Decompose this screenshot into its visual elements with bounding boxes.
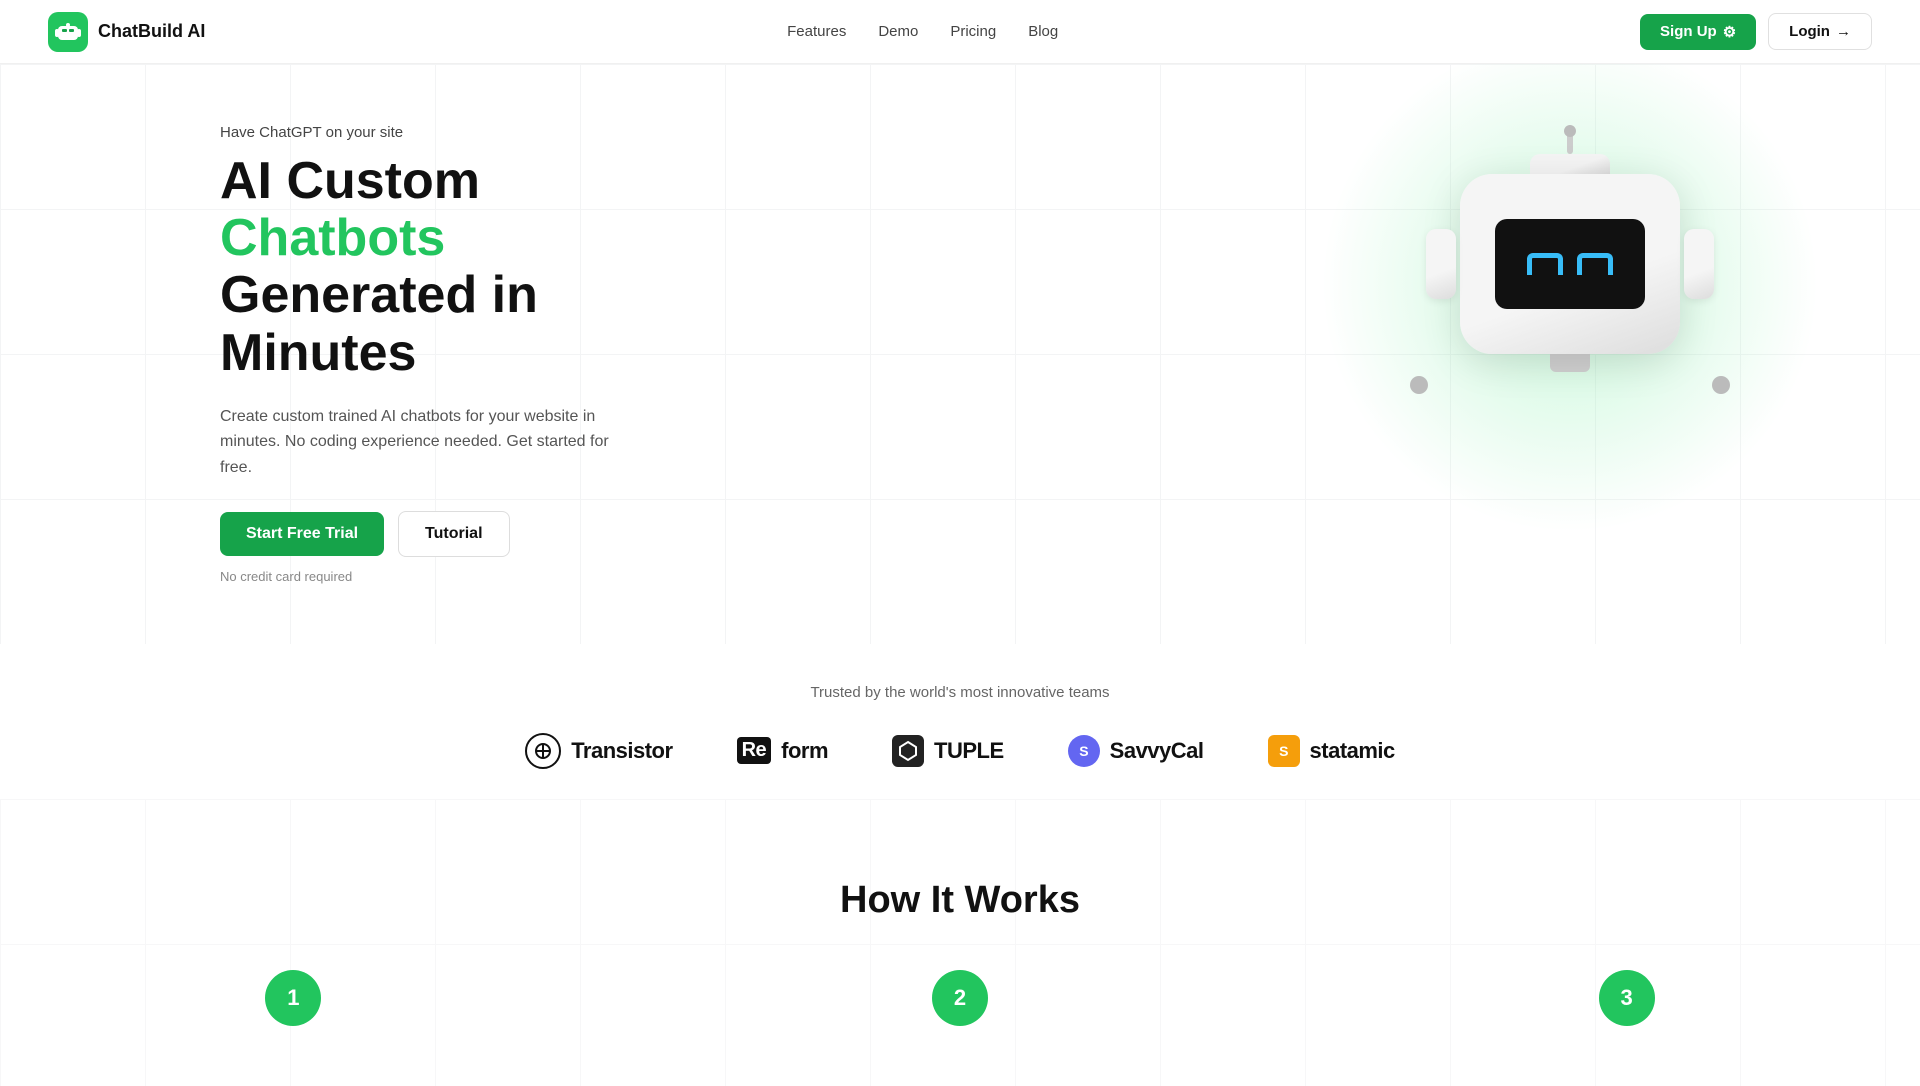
signup-icon: ⚙	[1723, 23, 1736, 41]
tutorial-button[interactable]: Tutorial	[398, 511, 509, 557]
savvycal-icon: S	[1068, 735, 1100, 767]
statamic-icon: S	[1268, 735, 1300, 767]
robot-illustration	[1380, 94, 1760, 474]
statamic-logo: S statamic	[1268, 735, 1395, 767]
nav-pricing[interactable]: Pricing	[950, 23, 996, 40]
robot-head-top	[1530, 154, 1610, 174]
robot-body	[1460, 174, 1680, 354]
hero-title-part2: Generated in Minutes	[220, 266, 538, 381]
robot-ear-right	[1684, 229, 1714, 299]
tuple-logo: TUPLE	[892, 735, 1004, 767]
transistor-logo: Transistor	[525, 733, 672, 769]
step-3: 3	[1599, 970, 1655, 1026]
nav-blog[interactable]: Blog	[1028, 23, 1058, 40]
robot-screen	[1495, 219, 1645, 309]
reform-name: form	[781, 738, 828, 764]
tuple-icon	[892, 735, 924, 767]
savvycal-name: SavvyCal	[1110, 738, 1204, 764]
hero-section: Have ChatGPT on your site AI Custom Chat…	[0, 64, 1920, 644]
logo-text: ChatBuild AI	[98, 21, 205, 42]
robot-eye-right	[1577, 253, 1613, 275]
hero-title: AI Custom Chatbots Generated in Minutes	[220, 153, 620, 382]
robot-antenna	[1567, 132, 1573, 154]
hero-content: Have ChatGPT on your site AI Custom Chat…	[0, 64, 620, 644]
signup-button[interactable]: Sign Up ⚙	[1640, 14, 1756, 50]
robot	[1440, 154, 1700, 414]
start-trial-button[interactable]: Start Free Trial	[220, 512, 384, 556]
hero-title-highlight: Chatbots	[220, 209, 445, 267]
hero-note: No credit card required	[220, 569, 620, 584]
step-1: 1	[265, 970, 321, 1026]
step-2: 2	[932, 970, 988, 1026]
hero-title-part1: AI Custom	[220, 152, 480, 210]
robot-dot-left	[1410, 376, 1428, 394]
robot-ear-left	[1426, 229, 1456, 299]
hero-description: Create custom trained AI chatbots for yo…	[220, 404, 620, 481]
login-button[interactable]: Login →	[1768, 13, 1872, 50]
hero-buttons: Start Free Trial Tutorial	[220, 511, 620, 557]
nav-logo[interactable]: ChatBuild AI	[48, 12, 205, 52]
reform-logo: Reform	[737, 737, 828, 764]
robot-eye-left	[1527, 253, 1563, 275]
statamic-name: statamic	[1310, 738, 1395, 764]
nav-links: Features Demo Pricing Blog	[787, 23, 1058, 40]
trusted-logos: Transistor Reform TUPLE S SavvyCal S	[0, 733, 1920, 769]
robot-dot-right	[1712, 376, 1730, 394]
hero-eyebrow: Have ChatGPT on your site	[220, 124, 620, 141]
transistor-icon	[525, 733, 561, 769]
nav-features[interactable]: Features	[787, 23, 846, 40]
how-title: How It Works	[0, 879, 1920, 922]
how-steps: 1 2 3	[0, 970, 1920, 1026]
trusted-section: Trusted by the world's most innovative t…	[0, 644, 1920, 799]
login-icon: →	[1836, 23, 1851, 40]
nav-actions: Sign Up ⚙ Login →	[1640, 13, 1872, 50]
tuple-name: TUPLE	[934, 738, 1004, 764]
logo-icon	[48, 12, 88, 52]
nav-demo[interactable]: Demo	[878, 23, 918, 40]
how-it-works-section: How It Works 1 2 3	[0, 799, 1920, 1086]
robot-neck	[1550, 354, 1590, 372]
savvycal-logo: S SavvyCal	[1068, 735, 1204, 767]
navbar: ChatBuild AI Features Demo Pricing Blog …	[0, 0, 1920, 64]
trusted-label: Trusted by the world's most innovative t…	[0, 684, 1920, 701]
how-grid-background	[0, 799, 1920, 1086]
transistor-name: Transistor	[571, 738, 672, 764]
reform-icon: Re	[737, 737, 772, 764]
